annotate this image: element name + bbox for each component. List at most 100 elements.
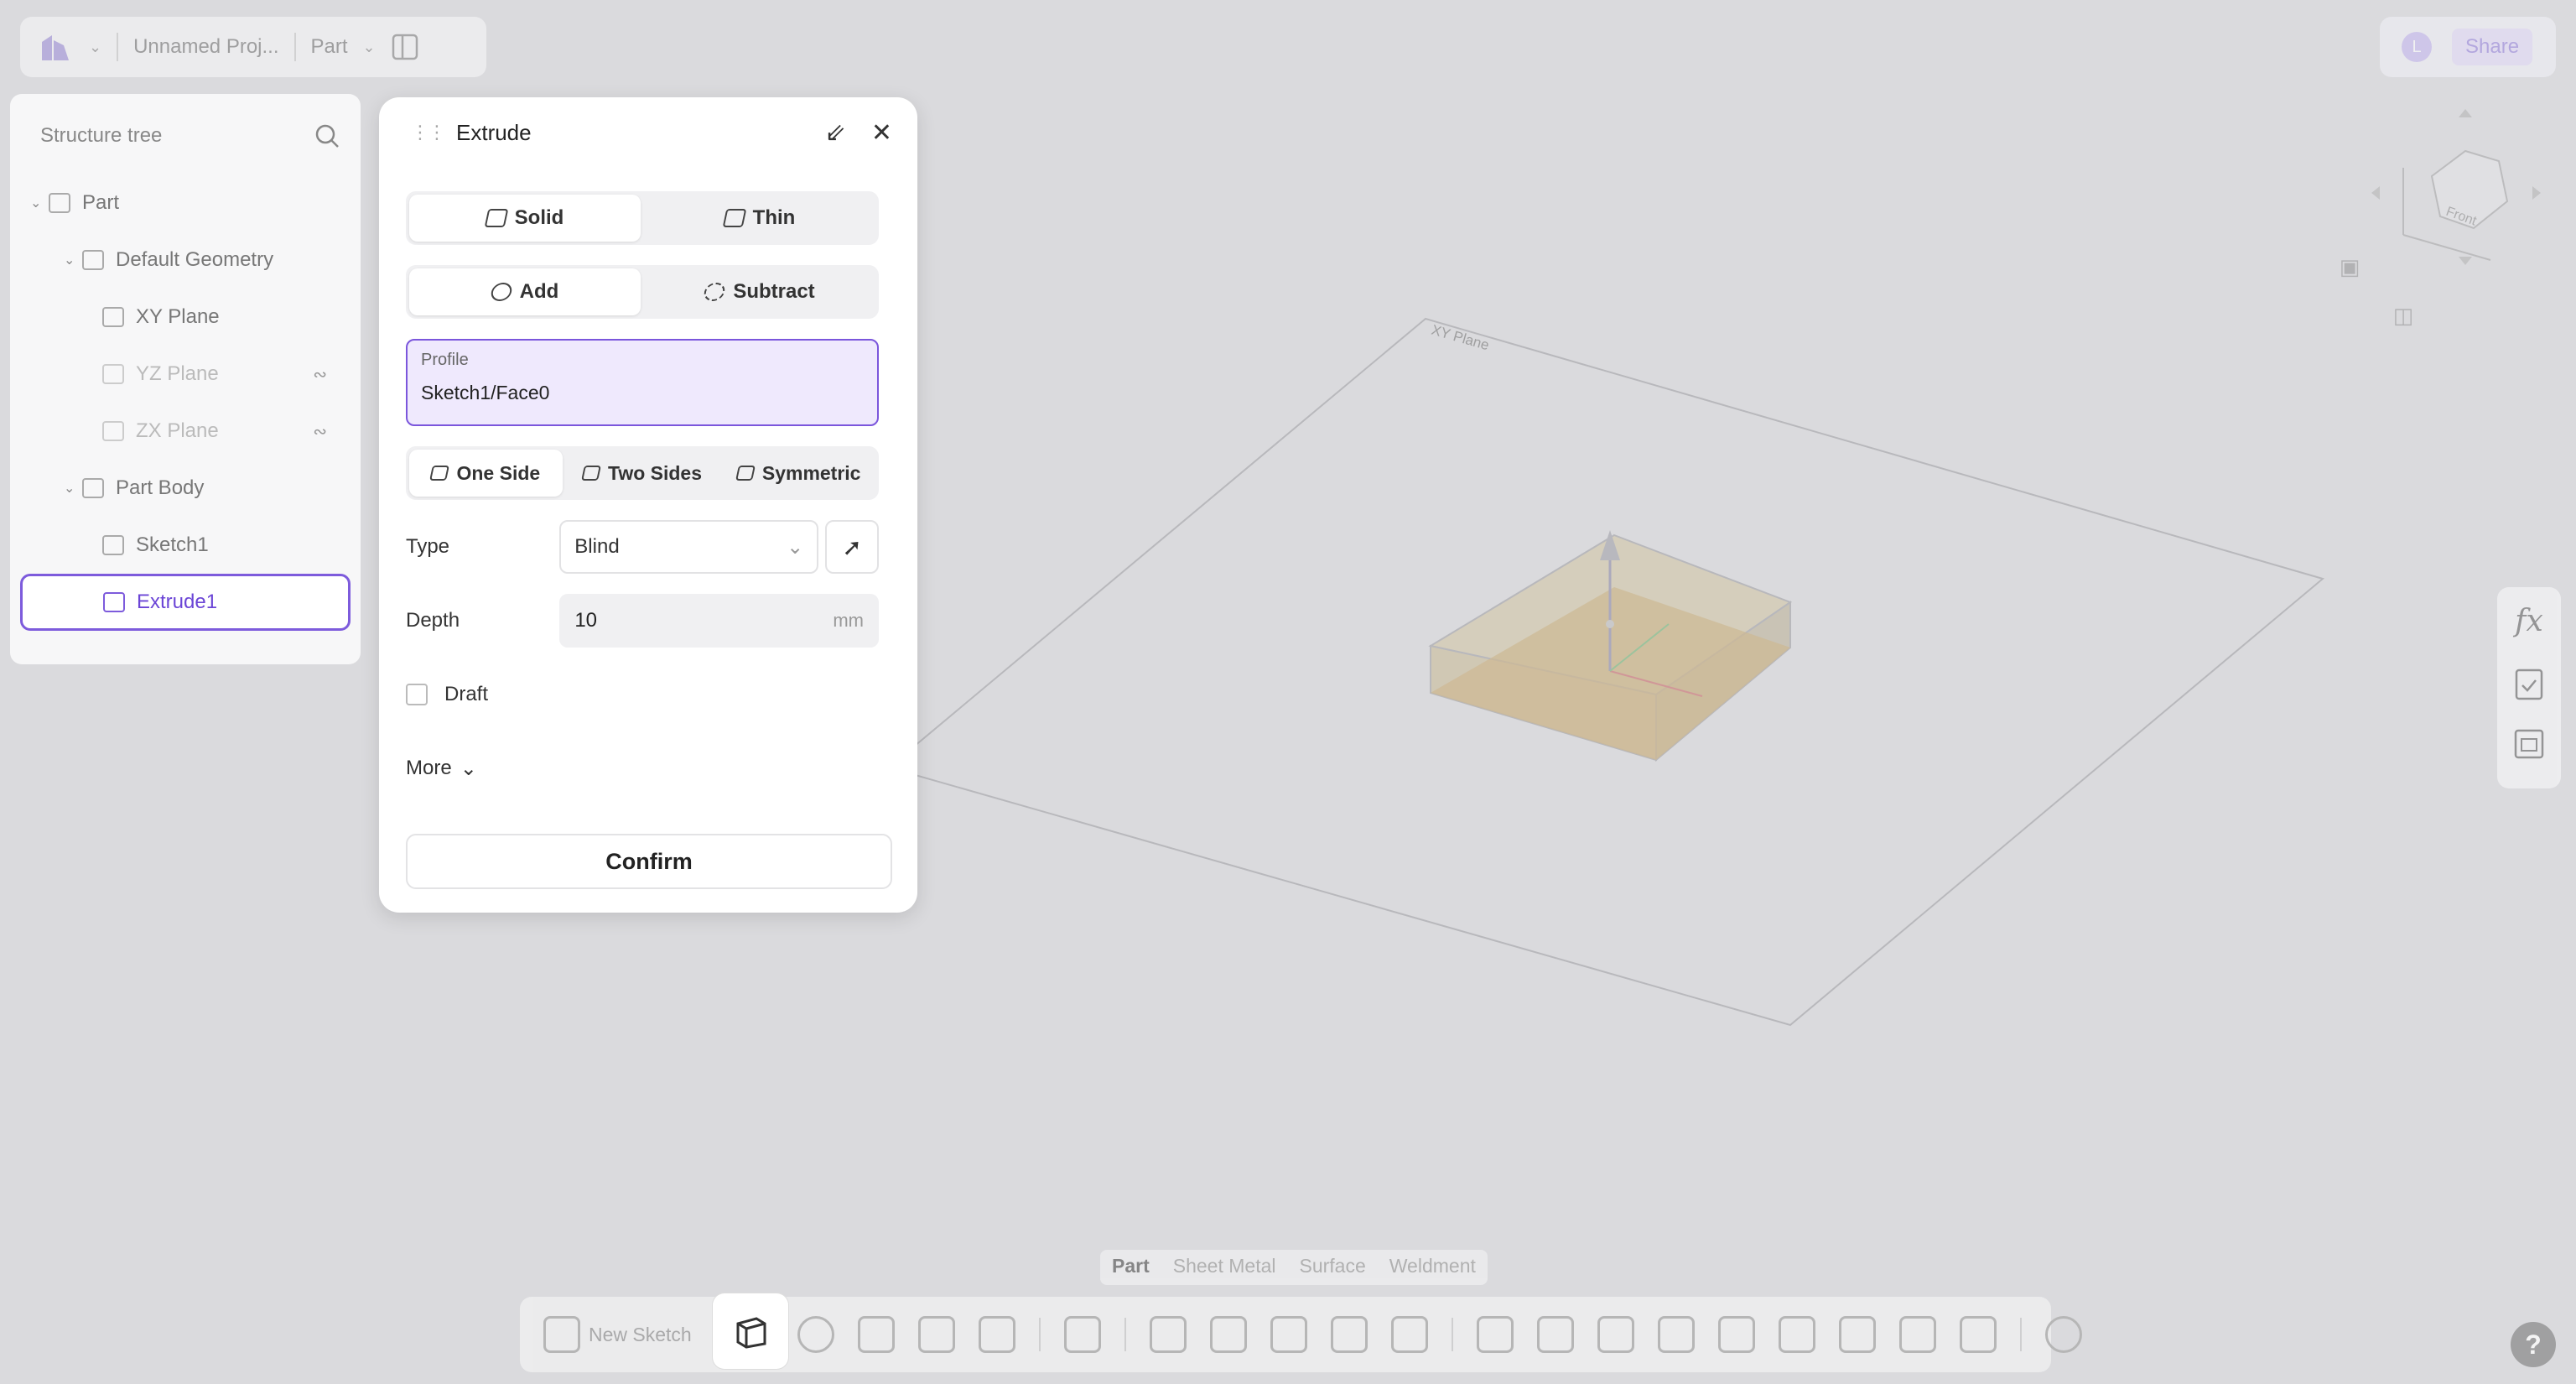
new-sketch-button[interactable]: New Sketch (543, 1316, 692, 1353)
fit-view-icon[interactable]: ▣ (2333, 250, 2366, 284)
tab-weldment[interactable]: Weldment (1389, 1255, 1476, 1280)
depth-unit: mm (833, 610, 864, 631)
dialog-title: Extrude (456, 119, 532, 145)
draft-row: Draft (406, 668, 879, 721)
tree-item-default-geometry[interactable]: ⌄ Default Geometry (10, 232, 361, 289)
chevron-down-icon[interactable]: ⌄ (64, 252, 82, 268)
cube-tools-icon[interactable] (1898, 1316, 1936, 1353)
shell-icon[interactable] (1063, 1316, 1101, 1353)
measure-icon[interactable] (2044, 1316, 2082, 1353)
dialog-header: ⋮⋮ Extrude ⇙ ✕ (379, 97, 917, 168)
structure-tree-title: Structure tree (40, 124, 163, 147)
tree-item-part-body[interactable]: ⌄ Part Body (10, 460, 361, 517)
split-icon[interactable] (1717, 1316, 1755, 1353)
one-side-icon (429, 466, 450, 481)
boolean-icon[interactable] (1657, 1316, 1695, 1353)
sweep-icon[interactable] (857, 1316, 895, 1353)
mode-selector[interactable]: Part (311, 35, 348, 59)
plane-tools-icon[interactable] (1959, 1316, 1997, 1353)
chamfer-icon[interactable] (1209, 1316, 1247, 1353)
tree-item-label: Part Body (116, 476, 205, 499)
tab-part[interactable]: Part (1112, 1255, 1150, 1280)
type-value: Blind (574, 535, 620, 558)
avatar[interactable]: L (2402, 32, 2432, 62)
tree-item-yz-plane[interactable]: YZ Plane ∾ (10, 346, 361, 403)
flip-direction-button[interactable]: ➚ (825, 520, 879, 574)
tree-item-part[interactable]: ⌄ Part (10, 174, 361, 232)
tree-item-label: Part (82, 191, 120, 214)
chevron-down-icon[interactable]: ⌄ (89, 39, 101, 56)
flip-direction-icon: ➚ (842, 533, 862, 560)
toolbar-divider (1451, 1318, 1453, 1351)
xy-plane-label: XY Plane (1430, 322, 1491, 354)
fillet-icon[interactable] (1149, 1316, 1187, 1353)
extrude-icon (736, 1317, 766, 1349)
depth-input[interactable]: 10 mm (559, 594, 879, 648)
more-row: More ⌄ (406, 741, 879, 795)
two-sides-option[interactable]: Two Sides (566, 450, 719, 497)
drawing-icon[interactable] (2514, 729, 2544, 759)
drag-handle-icon[interactable]: ⋮⋮ (411, 122, 446, 143)
type-select[interactable]: Blind ⌄ (559, 520, 819, 574)
tree-item-zx-plane[interactable]: ZX Plane ∾ (10, 403, 361, 460)
one-side-label: One Side (456, 461, 541, 484)
part-icon (49, 193, 70, 213)
collapse-icon[interactable]: ⇙ (825, 118, 846, 148)
solid-label: Solid (514, 206, 564, 229)
profile-label: Profile (421, 351, 469, 369)
mirror-icon[interactable] (1536, 1316, 1574, 1353)
tree-item-extrude1[interactable]: Extrude1 (20, 574, 351, 631)
revolve-icon[interactable] (797, 1316, 834, 1353)
app-logo-icon[interactable] (37, 29, 74, 65)
eye-hidden-icon[interactable]: ∾ (313, 364, 327, 385)
add-option[interactable]: Add (409, 268, 641, 315)
tree-item-sketch1[interactable]: Sketch1 (10, 517, 361, 574)
panel-toggle-icon[interactable] (391, 33, 419, 61)
chevron-down-icon[interactable]: ⌄ (64, 480, 82, 497)
formula-icon[interactable]: fx (2515, 604, 2543, 638)
workspace-tabs: Part Sheet Metal Surface Weldment (1100, 1250, 1488, 1285)
solid-option[interactable]: Solid (409, 195, 641, 242)
move-body-icon[interactable] (1597, 1316, 1634, 1353)
tree-item-label: Sketch1 (136, 533, 209, 556)
draft-checkbox[interactable] (406, 684, 428, 705)
display-mode-icon[interactable]: ◫ (2386, 299, 2420, 332)
tree-item-label: ZX Plane (136, 419, 219, 442)
loft-icon[interactable] (917, 1316, 955, 1353)
help-button[interactable]: ? (2511, 1322, 2556, 1367)
rib-icon[interactable] (978, 1316, 1015, 1353)
structure-tree: Structure tree ⌄ Part ⌄ Default Geometry… (10, 94, 361, 664)
tab-sheet-metal[interactable]: Sheet Metal (1173, 1255, 1276, 1280)
profile-field[interactable]: Profile Sketch1/Face0 (406, 339, 879, 426)
thicken-icon[interactable] (1330, 1316, 1368, 1353)
subtract-option[interactable]: Subtract (644, 268, 875, 315)
project-name[interactable]: Unnamed Proj... (133, 35, 278, 59)
add-label: Add (519, 280, 559, 303)
more-toggle[interactable]: More ⌄ (406, 757, 477, 781)
thin-option[interactable]: Thin (644, 195, 875, 242)
replace-face-icon[interactable] (1838, 1316, 1876, 1353)
eye-hidden-icon[interactable]: ∾ (313, 421, 327, 442)
view-cube[interactable]: Front (2365, 101, 2549, 268)
draft-icon[interactable] (1270, 1316, 1307, 1353)
chevron-down-icon[interactable]: ⌄ (30, 195, 49, 211)
confirm-button[interactable]: Confirm (406, 834, 892, 889)
tab-surface[interactable]: Surface (1300, 1255, 1366, 1280)
close-icon[interactable]: ✕ (871, 118, 892, 148)
pattern-icon[interactable] (1476, 1316, 1514, 1353)
extrude-tool-button[interactable] (713, 1293, 788, 1369)
depth-value: 10 (574, 609, 598, 632)
chevron-down-icon[interactable]: ⌄ (363, 39, 376, 56)
plane-icon (102, 364, 124, 384)
one-side-option[interactable]: One Side (409, 450, 563, 497)
tree-item-xy-plane[interactable]: XY Plane (10, 289, 361, 346)
checklist-icon[interactable] (2515, 667, 2543, 700)
symmetric-option[interactable]: Symmetric (722, 450, 875, 497)
share-button[interactable]: Share (2452, 29, 2533, 65)
type-row: Type Blind ⌄ ➚ (406, 520, 879, 574)
chevron-down-icon: ⌄ (787, 535, 804, 559)
offset-face-icon[interactable] (1390, 1316, 1428, 1353)
delete-body-icon[interactable] (1778, 1316, 1815, 1353)
search-icon[interactable] (314, 122, 340, 149)
new-sketch-label: New Sketch (589, 1323, 692, 1345)
